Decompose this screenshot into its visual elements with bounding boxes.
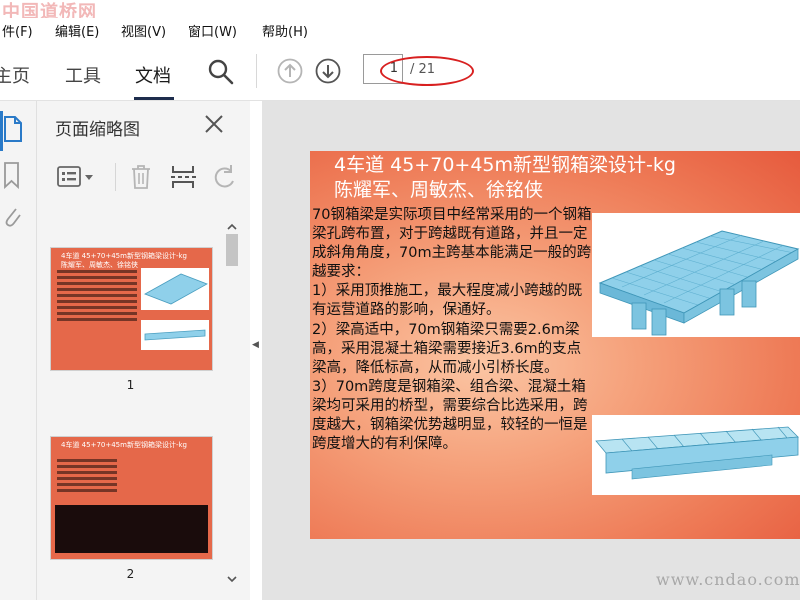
search-icon[interactable] xyxy=(207,58,235,86)
bridge-3d-model-top xyxy=(592,213,800,337)
delete-page-icon[interactable] xyxy=(130,164,152,190)
rotate-page-icon[interactable] xyxy=(209,163,237,191)
document-viewer: 4车道 45+70+45m新型钢箱梁设计-kg 陈耀军、周敏杰、徐铭侠 70钢箱… xyxy=(262,101,800,600)
thumbnail-scrollbar[interactable] xyxy=(224,221,240,586)
menu-window[interactable]: 窗口(W) xyxy=(188,21,237,40)
thumbnail-text-lines xyxy=(57,270,137,324)
close-icon[interactable] xyxy=(203,113,225,135)
site-watermark-top: 中国道桥网 xyxy=(2,2,97,18)
split-page-icon[interactable] xyxy=(169,163,197,191)
thumbnail-options-icon[interactable] xyxy=(57,166,97,188)
thumbnail-page-1[interactable]: 4车道 45+70+45m新型钢箱梁设计-kg 陈耀军、周敏杰、徐铭侠 xyxy=(50,247,213,371)
slide-title-line-1: 4车道 45+70+45m新型钢箱梁设计-kg xyxy=(334,154,676,176)
scrollbar-thumb[interactable] xyxy=(226,234,238,266)
menu-file[interactable]: 件(F) xyxy=(2,21,33,40)
slide-paragraph: 70钢箱梁是实际项目中经常采用的一个钢箱梁孔跨布置，对于跨越既有道路，并且一定成… xyxy=(312,207,592,281)
bookmark-icon[interactable] xyxy=(2,161,22,189)
slide-authors: 陈耀军、周敏杰、徐铭侠 xyxy=(334,179,544,201)
slide-paragraph: 2）梁高适中，70m钢箱梁只需要2.6m梁高，采用混凝土箱梁需要接近3.6m的支… xyxy=(312,321,582,376)
title-bar: 中国道桥网 xyxy=(0,0,800,18)
bridge-3d-model-bottom xyxy=(592,415,800,495)
thumbnail-bridge-figure xyxy=(141,268,209,350)
thumbnail-toolbar xyxy=(37,157,250,197)
panel-title: 页面缩略图 xyxy=(55,120,140,140)
site-watermark-bottom: www.cndao.com xyxy=(656,570,800,589)
next-page-icon[interactable] xyxy=(315,58,341,84)
active-tab-indicator xyxy=(134,97,174,100)
toolbar-separator xyxy=(256,54,257,88)
page-thumbnails-panel: 页面缩略图 4车道 45+70+45m新型钢箱梁设计-kg陈耀军、周敏杰、徐铭 xyxy=(37,101,250,600)
tab-document[interactable]: 文档 xyxy=(135,62,171,88)
page-thumbnails-icon[interactable] xyxy=(2,115,24,143)
slide-body-text: 70钢箱梁是实际项目中经常采用的一个钢箱梁孔跨布置，对于跨越既有道路，并且一定成… xyxy=(312,206,594,454)
thumbnail-drawing xyxy=(55,505,208,553)
red-annotation-ellipse xyxy=(380,56,474,86)
collapse-panel-icon[interactable]: ◀ xyxy=(252,340,259,350)
menu-bar: 件(F) 编辑(E) 视图(V) 窗口(W) 帮助(H) xyxy=(0,18,800,42)
menu-edit[interactable]: 编辑(E) xyxy=(55,21,99,40)
attachment-icon[interactable] xyxy=(2,201,22,229)
tab-tools[interactable]: 工具 xyxy=(65,62,101,88)
left-navigation-rail xyxy=(0,101,37,600)
thumbnail-page-2[interactable]: 4车道 45+70+45m新型钢箱梁设计-kg xyxy=(50,436,213,560)
previous-page-icon[interactable] xyxy=(277,58,303,84)
menu-view[interactable]: 视图(V) xyxy=(121,21,166,40)
menu-help[interactable]: 帮助(H) xyxy=(262,21,308,40)
thumbnail-page-number: 1 xyxy=(126,378,135,392)
slide-paragraph: 1）采用顶推施工，最大程度减小跨越的既有运营道路的影响，保通好。 xyxy=(312,283,583,319)
thumbnail-title: 4车道 45+70+45m新型钢箱梁设计-kg xyxy=(61,441,187,449)
thumbnail-text-lines xyxy=(57,459,117,495)
tab-home[interactable]: 主页 xyxy=(0,62,30,88)
slide-paragraph: 3）70m跨度是钢箱梁、组合梁、混凝土箱梁均可采用的桥型，需要综合比选采用，跨度… xyxy=(312,378,588,453)
tool-separator xyxy=(115,163,116,191)
document-page: 4车道 45+70+45m新型钢箱梁设计-kg 陈耀军、周敏杰、徐铭侠 70钢箱… xyxy=(310,151,800,539)
thumbnail-page-number: 2 xyxy=(126,567,135,581)
slide-title: 4车道 45+70+45m新型钢箱梁设计-kg 陈耀军、周敏杰、徐铭侠 xyxy=(334,153,676,203)
